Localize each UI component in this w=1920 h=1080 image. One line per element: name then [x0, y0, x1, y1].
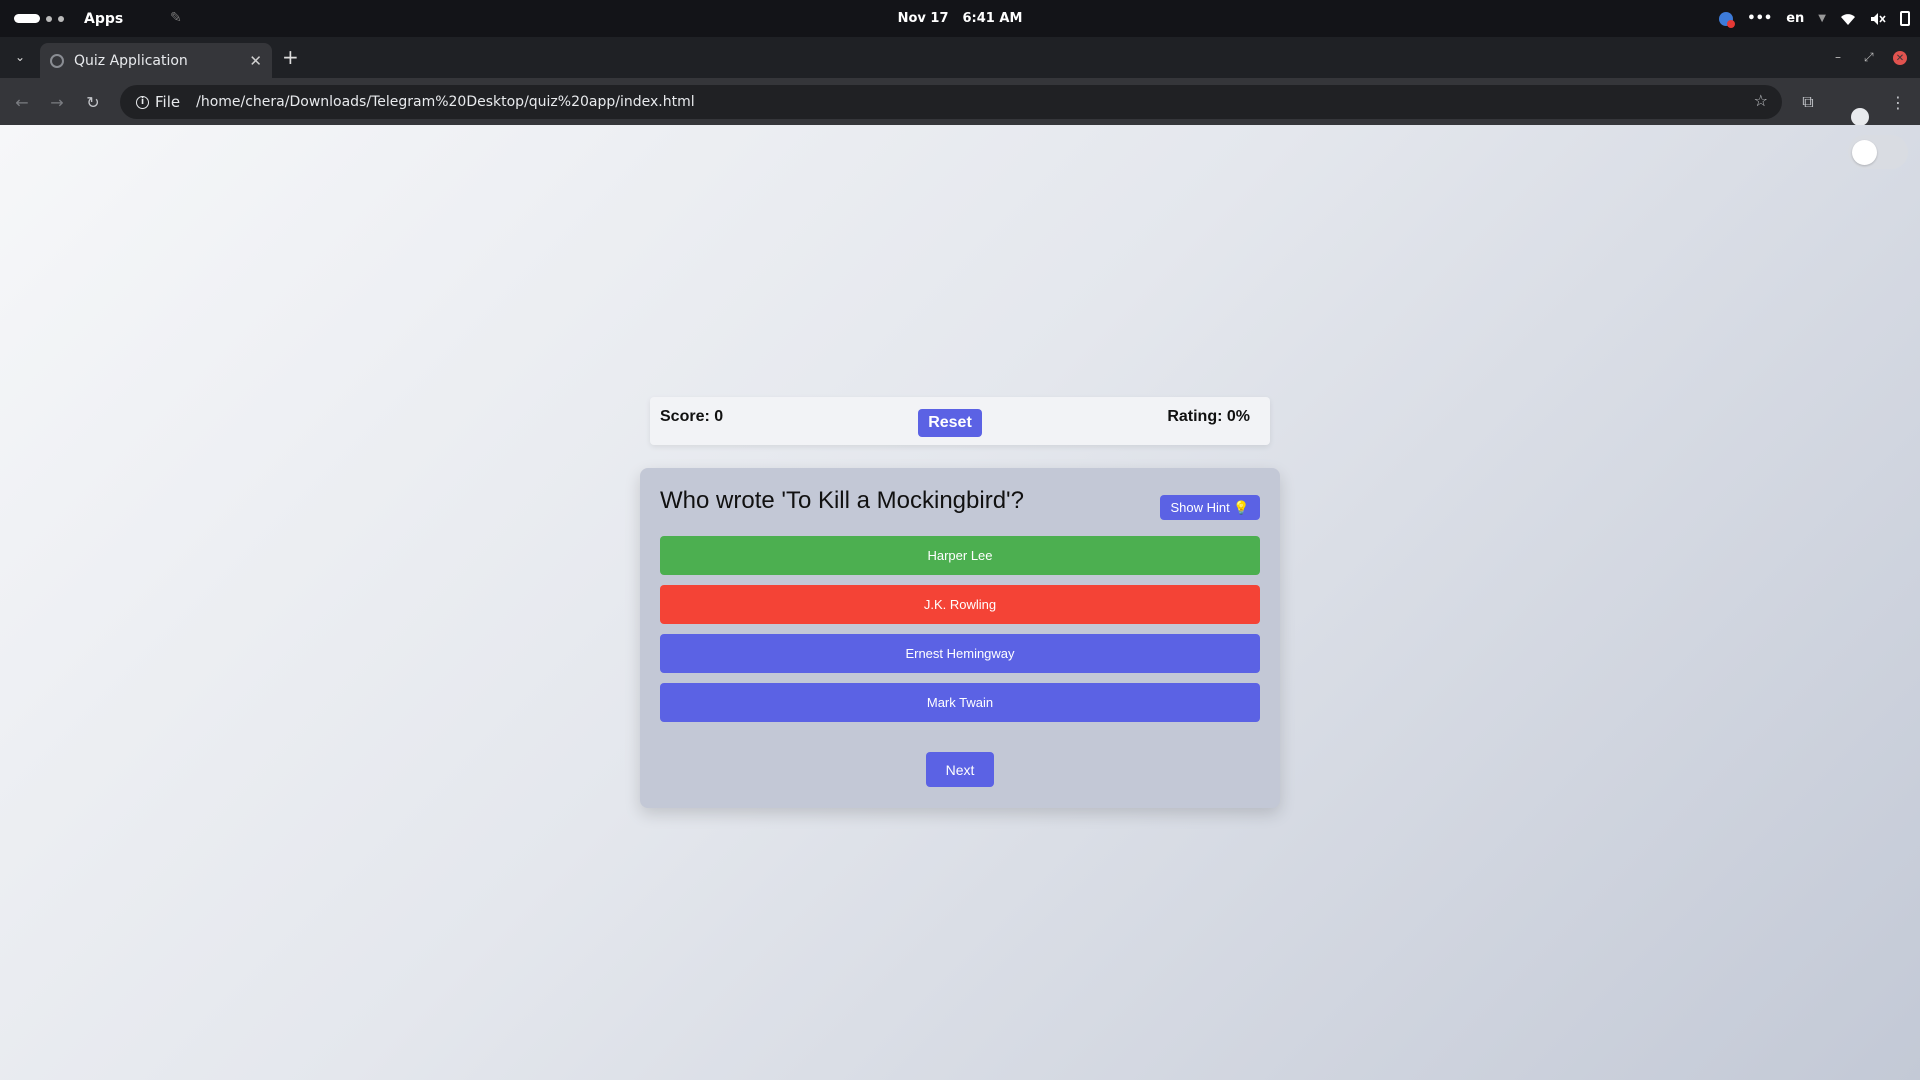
browser-toolbar: ← → ↻ i File /home/chera/Downloads/Teleg… [0, 78, 1920, 126]
window-close-icon[interactable]: ✕ [1893, 51, 1907, 65]
wifi-icon[interactable] [1840, 12, 1856, 26]
next-button[interactable]: Next [926, 752, 994, 787]
reload-icon[interactable]: ↻ [81, 90, 105, 114]
browser-tab-strip: ⌄ Quiz Application ✕ + – ⤢ ✕ [0, 37, 1920, 78]
question-text: Who wrote 'To Kill a Mockingbird'? [660, 487, 1024, 514]
plus-icon[interactable]: + [282, 47, 299, 67]
url-text[interactable]: /home/chera/Downloads/Telegram%20Desktop… [196, 94, 695, 110]
score-label: Score: 0 [660, 408, 724, 425]
kebab-menu-icon[interactable]: ⋮ [1886, 90, 1910, 114]
chevron-down-icon[interactable]: ▼ [1818, 13, 1826, 24]
page-viewport: Score: 0 Reset Rating: 0% Who wrote 'To … [0, 125, 1920, 1080]
restore-icon[interactable]: ⤢ [1864, 47, 1874, 67]
answer-list: Harper Lee J.K. Rowling Ernest Hemingway… [660, 536, 1260, 732]
info-icon: i [136, 95, 149, 109]
arrow-left-icon[interactable]: ← [10, 90, 34, 114]
more-icon[interactable]: ••• [1747, 11, 1772, 26]
quiz-card: Who wrote 'To Kill a Mockingbird'? Show … [640, 468, 1280, 808]
clock-time: 6:41 AM [962, 11, 1023, 26]
chevron-down-icon[interactable]: ⌄ [8, 45, 32, 69]
score-bar: Score: 0 Reset Rating: 0% [650, 397, 1270, 445]
clock[interactable]: Nov 17 6:41 AM [0, 0, 1920, 37]
keyboard-language[interactable]: en [1786, 11, 1804, 26]
security-chip[interactable]: i File [130, 89, 190, 115]
rating-label: Rating: 0% [1167, 408, 1250, 425]
theme-toggle[interactable] [1848, 135, 1908, 169]
tab-quiz-application[interactable]: Quiz Application ✕ [40, 43, 272, 78]
answer-option[interactable]: Ernest Hemingway [660, 634, 1260, 673]
answer-option[interactable]: Harper Lee [660, 536, 1260, 575]
answer-option[interactable]: Mark Twain [660, 683, 1260, 722]
puzzle-icon[interactable]: ⧉ [1796, 90, 1820, 114]
system-top-bar: Apps ✎ Nov 17 6:41 AM ••• en ▼ [0, 0, 1920, 37]
security-chip-label: File [155, 93, 181, 111]
star-icon[interactable]: ☆ [1754, 91, 1768, 110]
tab-title: Quiz Application [74, 52, 188, 69]
tray-app-icon[interactable] [1719, 11, 1736, 28]
user-icon[interactable] [1848, 90, 1872, 126]
close-icon[interactable]: ✕ [249, 52, 262, 70]
address-bar[interactable]: i File /home/chera/Downloads/Telegram%20… [120, 85, 1782, 119]
arrow-right-icon[interactable]: → [45, 90, 69, 114]
battery-icon[interactable] [1900, 11, 1910, 26]
show-hint-button[interactable]: Show Hint 💡 [1160, 495, 1260, 520]
reset-button[interactable]: Reset [918, 409, 982, 437]
toggle-knob [1852, 140, 1877, 165]
answer-option[interactable]: J.K. Rowling [660, 585, 1260, 624]
volume-muted-icon[interactable] [1870, 12, 1886, 26]
minimize-icon[interactable]: – [1835, 47, 1841, 67]
system-tray[interactable]: ••• en ▼ [1719, 0, 1910, 37]
globe-icon [50, 53, 64, 68]
clock-date: Nov 17 [897, 11, 949, 26]
